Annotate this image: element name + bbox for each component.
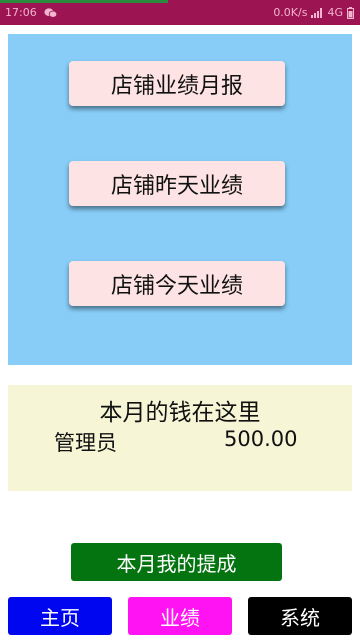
earnings-panel: 本月的钱在这里 管理员 500.00 xyxy=(8,385,352,491)
yesterday-performance-button[interactable]: 店铺昨天业绩 xyxy=(69,161,285,206)
network-speed: 0.0K/s xyxy=(273,6,308,19)
today-performance-button[interactable]: 店铺今天业绩 xyxy=(69,261,285,306)
my-commission-button[interactable]: 本月我的提成 xyxy=(71,543,282,581)
monthly-report-button[interactable]: 店铺业绩月报 xyxy=(69,61,285,106)
earnings-title: 本月的钱在这里 xyxy=(99,400,261,426)
network-type: 4G xyxy=(327,6,343,19)
signal-icon xyxy=(311,8,323,18)
battery-icon xyxy=(347,7,354,19)
earnings-user-name: 管理员 xyxy=(54,431,117,455)
tab-performance[interactable]: 业绩 xyxy=(128,597,232,635)
earnings-amount: 500.00 xyxy=(224,427,298,451)
status-time: 17:06 xyxy=(5,6,37,19)
report-panel: 店铺业绩月报 店铺昨天业绩 店铺今天业绩 xyxy=(8,34,352,365)
status-bar: 17:06 0.0K/s 4G xyxy=(0,0,360,25)
tab-system[interactable]: 系统 xyxy=(248,597,352,635)
wechat-icon xyxy=(44,8,57,18)
status-progress-line xyxy=(0,0,168,3)
status-right-group: 0.0K/s 4G xyxy=(273,6,354,20)
tab-home[interactable]: 主页 xyxy=(8,597,112,635)
